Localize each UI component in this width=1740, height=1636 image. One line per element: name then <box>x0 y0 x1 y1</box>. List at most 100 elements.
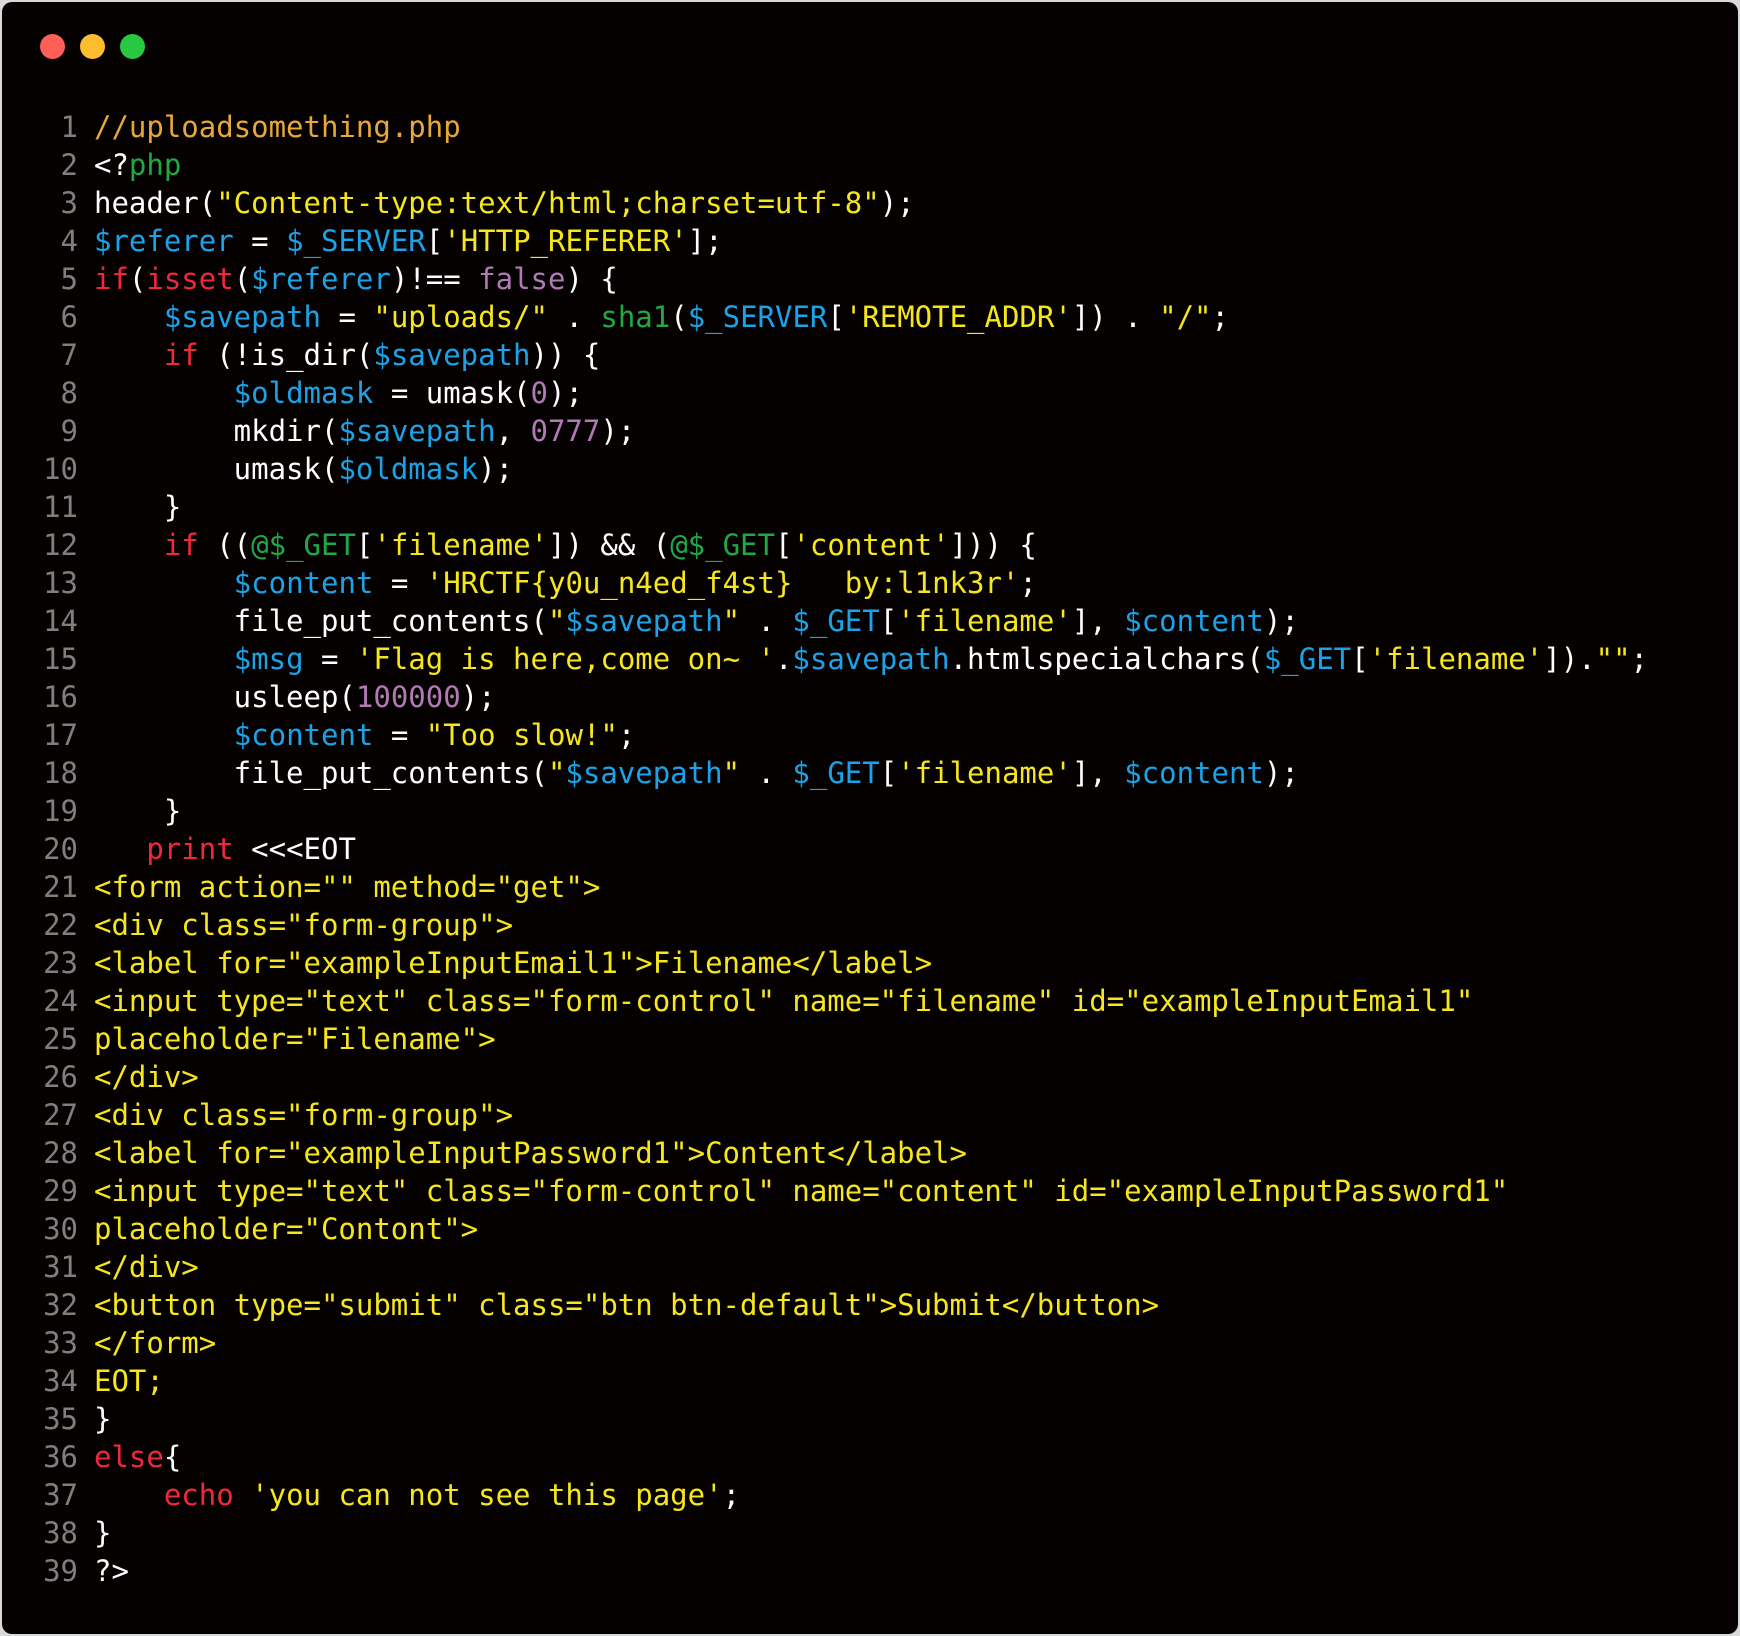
code-token: $content <box>233 718 374 752</box>
code-token: </div> <box>94 1250 199 1284</box>
code-token: 0 <box>530 376 548 410</box>
line-content: $content = 'HRCTF{y0u_n4ed_f4st} by:l1nk… <box>94 564 1037 602</box>
line-number: 1 <box>60 110 78 144</box>
code-token: <input type="text" class="form-control" … <box>94 1174 1509 1208</box>
code-token: ; <box>1019 566 1037 600</box>
line-number: 2 <box>60 148 78 182</box>
code-token: 'filename' <box>897 604 1072 638</box>
line-number: 19 <box>43 794 78 828</box>
code-window: 1 //uploadsomething.php 2 <?php 3 header("Con… <box>2 2 1738 1634</box>
code-token: 'filename' <box>897 756 1072 790</box>
line-number: 25 <box>43 1022 78 1056</box>
code-token: 0777 <box>530 414 601 448</box>
code-token: <label for="exampleInputPassword1">Conte… <box>94 1136 967 1170</box>
line-number: 33 <box>43 1326 78 1360</box>
line-content: } <box>94 1514 111 1552</box>
line-content: } <box>94 488 181 526</box>
code-token: "Content-type:text/html;charset=utf-8" <box>216 186 880 220</box>
code-token: <? <box>94 148 129 182</box>
code-token: [ <box>425 224 444 258</box>
line-content: print <<<EOT <box>94 830 356 868</box>
code-token: else <box>94 1440 164 1474</box>
line-number: 30 <box>43 1212 78 1246</box>
code-token: $savepath <box>792 642 950 676</box>
code-token: } <box>94 1402 112 1436</box>
code-token: @$_GET <box>670 528 775 562</box>
line-content: <div class="form-group"> <box>94 906 513 944</box>
line-number: 34 <box>43 1364 78 1398</box>
code-token: if <box>163 528 199 562</box>
line-content: if(isset($referer)!== false) { <box>94 260 618 298</box>
code-token: $content <box>1124 756 1264 790</box>
line-number: 4 <box>60 224 78 258</box>
code-token: = <box>233 224 287 258</box>
code-token: ( <box>670 300 688 334</box>
line-number: 6 <box>60 300 78 334</box>
line-number: 29 <box>43 1174 78 1208</box>
code-token: <<<EOT <box>233 832 356 866</box>
code-token: = <box>303 642 356 676</box>
code-token: ])) { <box>949 528 1037 562</box>
line-content: ?> <box>94 1552 129 1590</box>
maximize-button[interactable] <box>120 34 145 59</box>
line-number: 12 <box>43 528 78 562</box>
code-token: $oldmask <box>233 376 374 410</box>
line-number: 7 <box>60 338 78 372</box>
code-token: php <box>128 148 182 182</box>
code-token: = <box>320 300 374 334</box>
code-token: sha1 <box>600 300 671 334</box>
code-token: $_GET <box>792 604 880 638</box>
line-number: 21 <box>43 870 78 904</box>
code-token: ); <box>1263 604 1299 638</box>
line-content: placeholder="Filename"> <box>94 1020 496 1058</box>
code-token: } <box>94 490 182 524</box>
line-number: 39 <box>43 1554 78 1588</box>
line-content: mkdir($savepath, 0777); <box>94 412 636 450</box>
code-token: ); <box>879 186 915 220</box>
line-content: echo 'you can not see this page'; <box>94 1476 740 1514</box>
line-number: 14 <box>43 604 78 638</box>
code-token: file_put_contents( <box>94 756 548 790</box>
code-token: 'REMOTE_ADDR' <box>844 300 1072 334</box>
code-token: [ <box>879 604 898 638</box>
code-token: 'Flag is here,come on~ ' <box>355 642 775 676</box>
code-token: ; <box>617 718 636 752</box>
code-token: )!== <box>390 262 479 296</box>
minimize-button[interactable] <box>80 34 105 59</box>
code-token: [ <box>879 756 898 790</box>
code-token: . <box>774 642 793 676</box>
code-token: $_SERVER <box>687 300 828 334</box>
line-content: $savepath = "uploads/" . sha1($_SERVER['… <box>94 298 1229 336</box>
line-number: 31 <box>43 1250 78 1284</box>
code-token: ); <box>460 680 496 714</box>
code-token: $referer <box>94 224 234 258</box>
close-button[interactable] <box>40 34 65 59</box>
code-token: ?> <box>94 1554 129 1588</box>
code-token: $savepath <box>373 338 531 372</box>
code-token: print <box>146 832 234 866</box>
code-token: placeholder="Contont"> <box>94 1212 479 1246</box>
code-token: [ <box>774 528 793 562</box>
code-token: ) { <box>565 262 618 296</box>
line-content: EOT; <box>94 1362 164 1400</box>
line-number: 8 <box>60 376 78 410</box>
code-token: EOT; <box>94 1364 164 1398</box>
code-token: (( <box>198 528 252 562</box>
code-token: 'filename' <box>1368 642 1544 676</box>
code-token: mkdir( <box>94 414 339 448</box>
line-number: 20 <box>43 832 78 866</box>
code-token: ; <box>1211 300 1229 334</box>
code-token: <input type="text" class="form-control" … <box>94 984 1474 1018</box>
code-token: . <box>740 756 793 790</box>
code-token: $msg <box>233 642 304 676</box>
code-token: ], <box>1071 604 1125 638</box>
code-token: "uploads/" <box>373 300 548 334</box>
line-content: //uploadsomething.php <box>94 108 461 146</box>
code-token: { <box>163 1440 182 1474</box>
code-token: "Too slow!" <box>425 718 618 752</box>
